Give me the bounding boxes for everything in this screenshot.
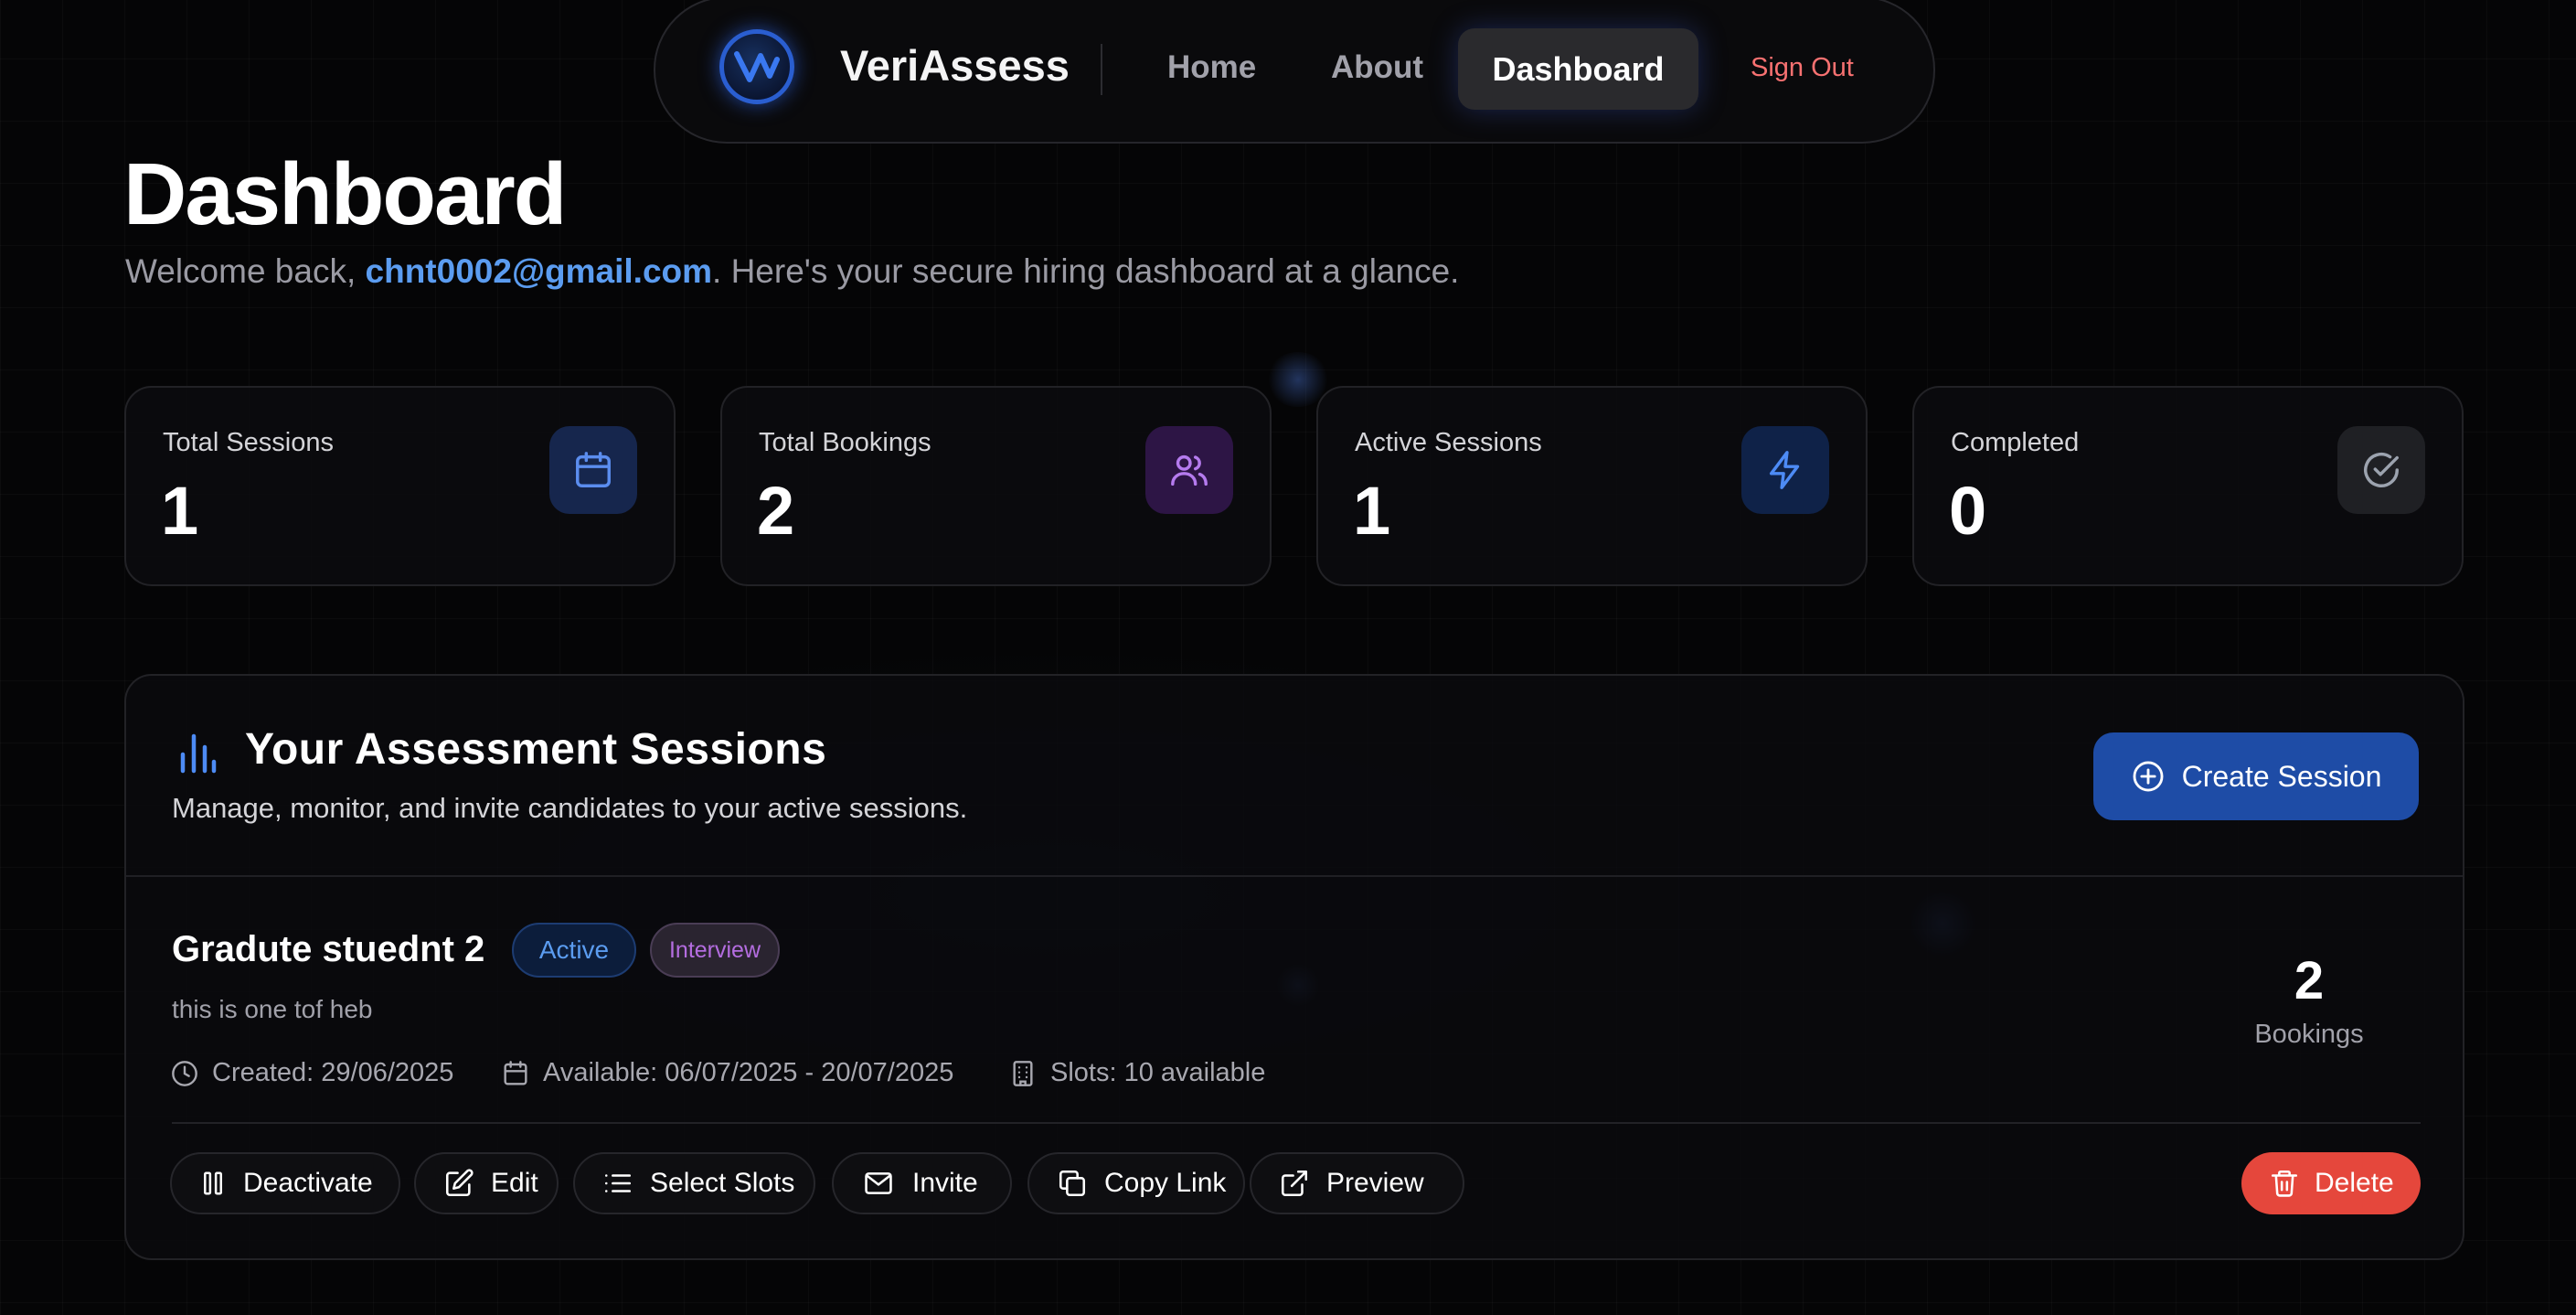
create-session-label: Create Session bbox=[2181, 759, 2382, 793]
list-icon bbox=[602, 1168, 633, 1199]
created-text: Created: 29/06/2025 bbox=[212, 1058, 454, 1087]
session-title[interactable]: Gradute stuednt 2 bbox=[172, 929, 484, 970]
nav-divider bbox=[1101, 44, 1102, 95]
preview-button[interactable]: Preview bbox=[1250, 1152, 1464, 1214]
copy-link-button[interactable]: Copy Link bbox=[1027, 1152, 1245, 1214]
veriassess-logo-icon[interactable] bbox=[719, 29, 794, 104]
session-description: this is one tof heb bbox=[172, 995, 373, 1023]
check-circle-icon bbox=[2337, 426, 2425, 514]
status-badge: Active bbox=[512, 923, 636, 978]
welcome-message: Welcome back, chnt0002@gmail.com. Here's… bbox=[125, 252, 1459, 291]
select-slots-label: Select Slots bbox=[650, 1168, 795, 1198]
select-slots-button[interactable]: Select Slots bbox=[573, 1152, 815, 1214]
deactivate-button[interactable]: Deactivate bbox=[170, 1152, 400, 1214]
create-session-button[interactable]: Create Session bbox=[2093, 732, 2419, 820]
trash-icon bbox=[2269, 1167, 2300, 1200]
page-title: Dashboard bbox=[123, 145, 567, 243]
external-link-icon bbox=[1279, 1168, 1310, 1199]
pause-icon bbox=[199, 1169, 227, 1198]
bookings-count: 2 bbox=[2294, 951, 2325, 1010]
top-nav: VeriAssess Home About Dashboard Sign Out bbox=[654, 0, 1935, 144]
stat-value: 2 bbox=[757, 473, 795, 549]
user-email: chnt0002@gmail.com bbox=[365, 252, 713, 290]
clock-icon bbox=[170, 1059, 199, 1088]
edit-label: Edit bbox=[491, 1168, 538, 1198]
stat-card-total-bookings: Total Bookings 2 bbox=[720, 386, 1272, 586]
invite-button[interactable]: Invite bbox=[832, 1152, 1012, 1214]
invite-label: Invite bbox=[912, 1168, 978, 1198]
slots-text: Slots: 10 available bbox=[1050, 1058, 1266, 1087]
welcome-suffix: . Here's your secure hiring dashboard at… bbox=[712, 252, 1460, 290]
divider bbox=[126, 875, 2463, 877]
deactivate-label: Deactivate bbox=[243, 1168, 373, 1198]
stat-value: 0 bbox=[1949, 473, 1987, 549]
stat-label: Active Sessions bbox=[1355, 428, 1542, 457]
panel-title: Your Assessment Sessions bbox=[245, 725, 827, 774]
panel-subtitle: Manage, monitor, and invite candidates t… bbox=[172, 792, 968, 824]
session-created: Created: 29/06/2025 bbox=[170, 1058, 453, 1088]
copy-link-label: Copy Link bbox=[1104, 1168, 1227, 1198]
plus-circle-icon bbox=[2131, 759, 2166, 794]
stat-card-completed: Completed 0 bbox=[1912, 386, 2464, 586]
edit-icon bbox=[443, 1168, 474, 1199]
preview-label: Preview bbox=[1326, 1168, 1424, 1198]
session-slots: Slots: 10 available bbox=[1008, 1058, 1265, 1088]
building-icon bbox=[1008, 1059, 1038, 1088]
stat-label: Completed bbox=[1951, 428, 2080, 457]
session-availability: Available: 06/07/2025 - 20/07/2025 bbox=[501, 1058, 953, 1088]
availability-text: Available: 06/07/2025 - 20/07/2025 bbox=[543, 1058, 954, 1087]
bar-chart-icon bbox=[177, 731, 218, 775]
edit-button[interactable]: Edit bbox=[414, 1152, 559, 1214]
users-icon bbox=[1145, 426, 1233, 514]
divider bbox=[172, 1122, 2421, 1124]
assessment-sessions-panel: Your Assessment Sessions Manage, monitor… bbox=[124, 674, 2464, 1260]
bookings-label: Bookings bbox=[2254, 1020, 2364, 1049]
nav-link-about[interactable]: About bbox=[1331, 49, 1423, 86]
delete-button[interactable]: Delete bbox=[2241, 1152, 2421, 1214]
stat-label: Total Bookings bbox=[759, 428, 931, 457]
mail-icon bbox=[861, 1168, 896, 1199]
nav-link-dashboard[interactable]: Dashboard bbox=[1458, 28, 1698, 110]
brand-name[interactable]: VeriAssess bbox=[840, 40, 1070, 91]
copy-icon bbox=[1057, 1168, 1088, 1199]
stat-card-total-sessions: Total Sessions 1 bbox=[124, 386, 676, 586]
calendar-icon bbox=[549, 426, 637, 514]
sign-out-link[interactable]: Sign Out bbox=[1751, 53, 1854, 83]
stat-card-active-sessions: Active Sessions 1 bbox=[1316, 386, 1868, 586]
type-badge: Interview bbox=[650, 923, 780, 978]
calendar-icon bbox=[501, 1059, 530, 1088]
delete-label: Delete bbox=[2315, 1168, 2394, 1198]
nav-link-home[interactable]: Home bbox=[1167, 49, 1256, 86]
stat-value: 1 bbox=[161, 473, 199, 549]
lightning-icon bbox=[1741, 426, 1829, 514]
stat-label: Total Sessions bbox=[163, 428, 334, 457]
welcome-prefix: Welcome back, bbox=[125, 252, 366, 290]
stat-value: 1 bbox=[1353, 473, 1391, 549]
